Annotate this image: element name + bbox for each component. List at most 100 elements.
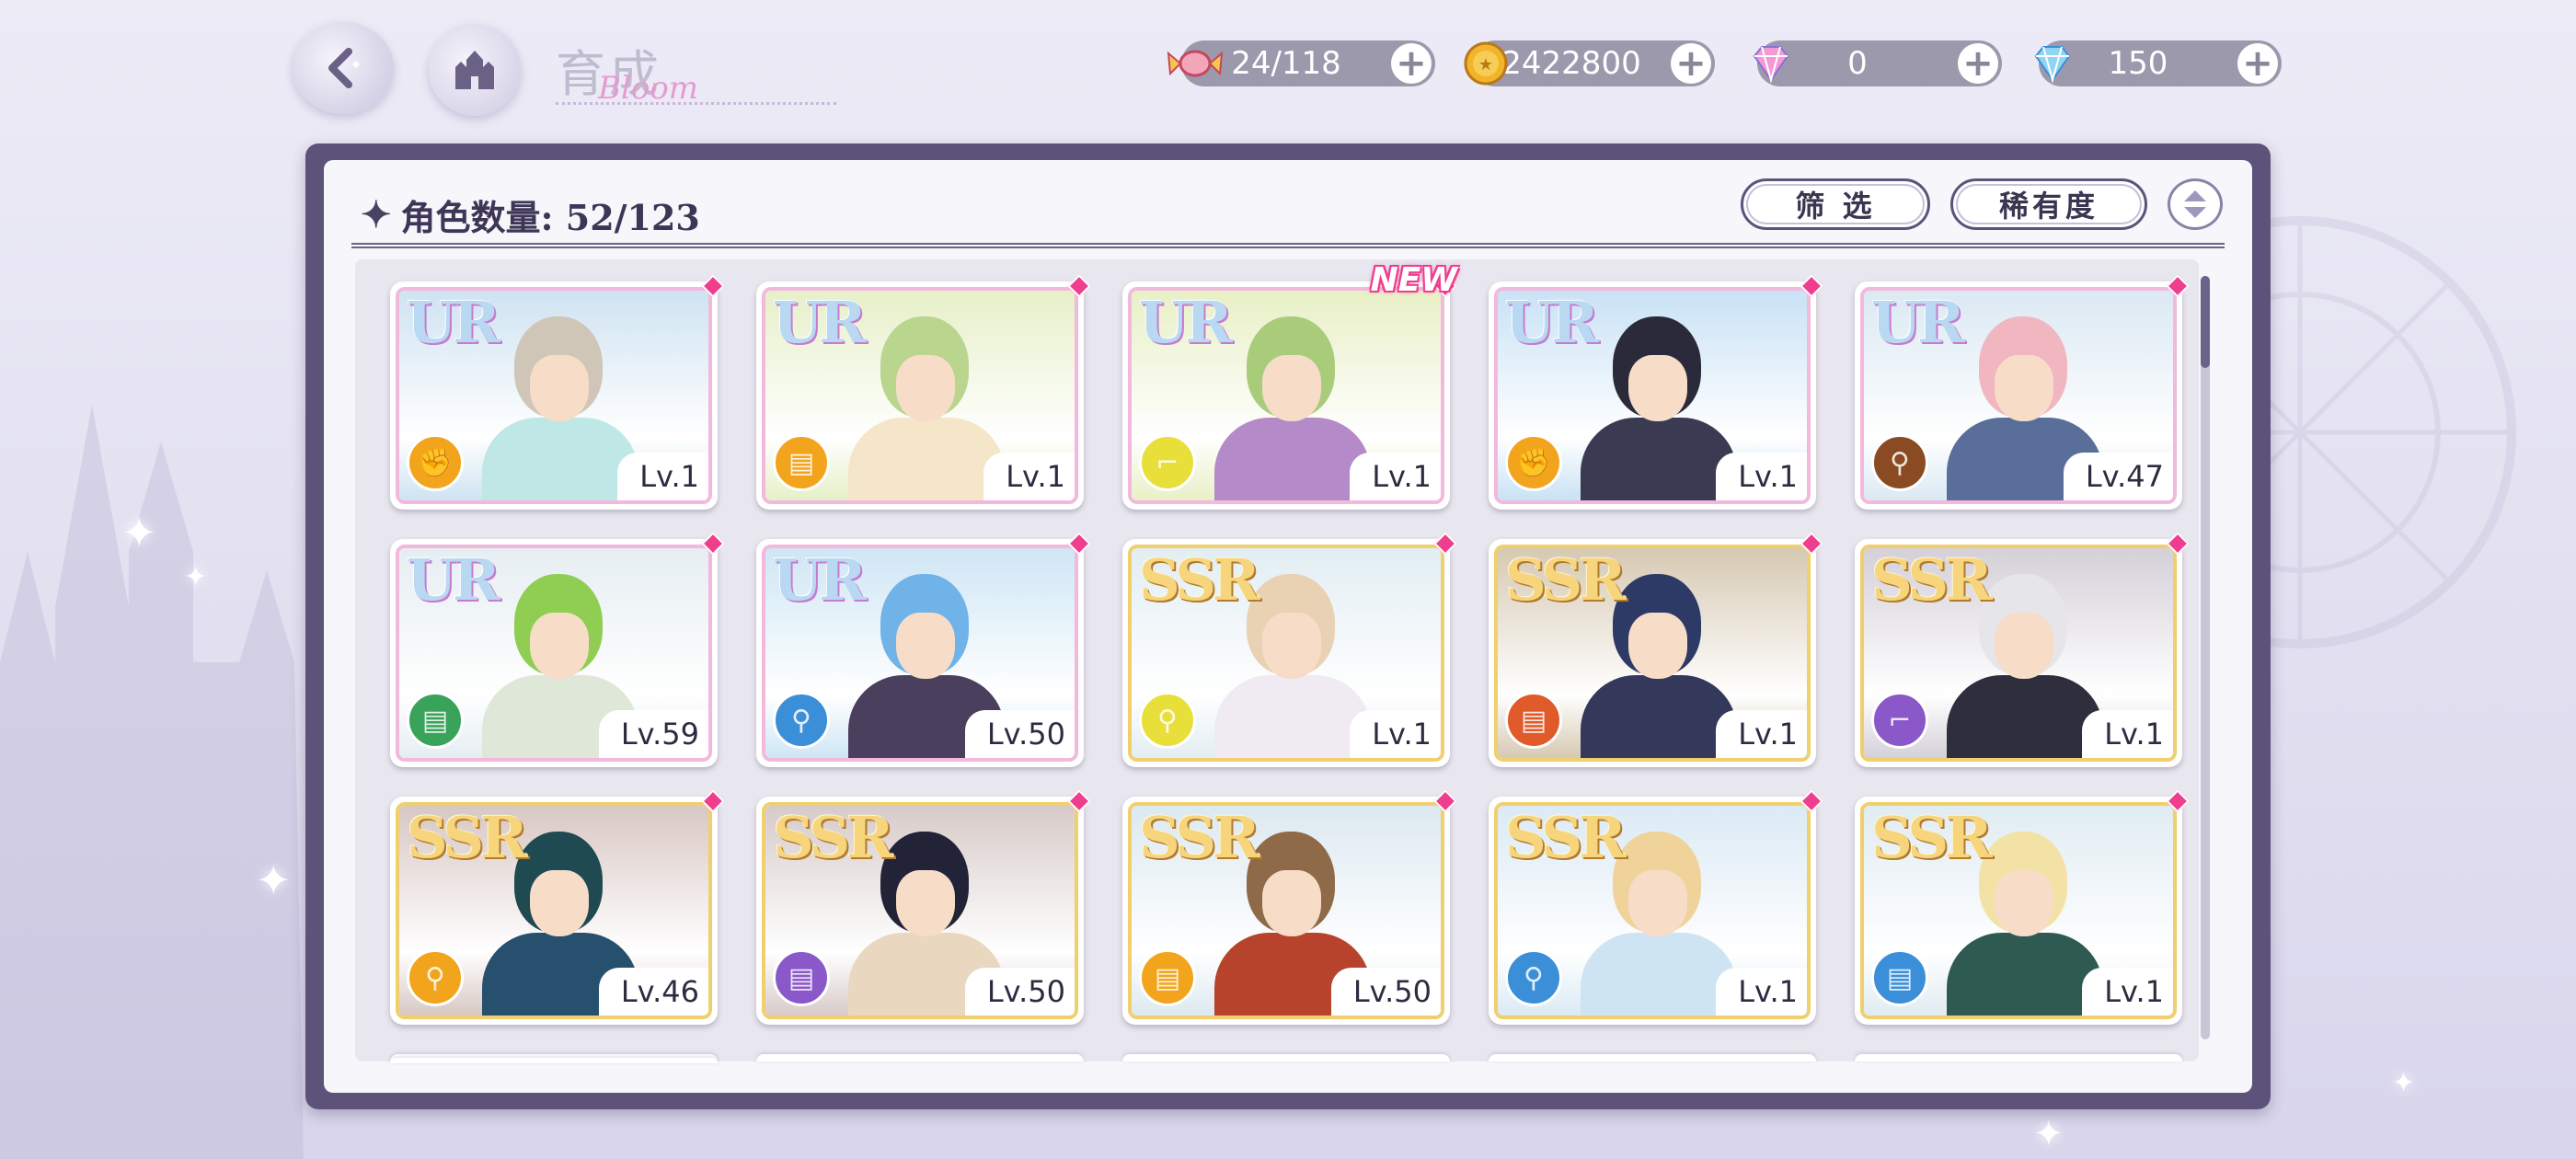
level-label: Lv.46: [598, 968, 708, 1016]
character-card[interactable]: UR ⌐ Lv.1 NEW: [1122, 261, 1457, 510]
character-card[interactable]: SSR ⚲ Lv.46: [390, 789, 725, 1025]
rarity-badge: UR: [773, 546, 867, 614]
character-portrait: UR ⚲ Lv.50: [762, 545, 1078, 762]
character-outfit: [1947, 675, 2103, 758]
scrollbar-thumb[interactable]: [2201, 276, 2210, 368]
rarity-badge: SSR: [1139, 804, 1260, 871]
resource-pink-diamond: 0 +: [1753, 40, 2002, 86]
add-candy-button[interactable]: +: [1391, 43, 1432, 84]
rarity-badge: SSR: [1505, 546, 1627, 614]
character-count: ✦ 角色数量: 52/123: [361, 189, 700, 240]
character-portrait: UR ⚲ Lv.47: [1860, 287, 2177, 504]
title-script-text: Bloom: [598, 70, 699, 107]
rarity-badge: SSR: [1505, 804, 1627, 871]
character-figure: [482, 307, 638, 500]
attribute-badge: ⚲: [407, 949, 464, 1006]
rarity-badge: UR: [407, 546, 500, 614]
back-arrow-icon: [328, 48, 360, 88]
character-figure: [848, 307, 1005, 500]
rarity-badge: SSR: [1139, 546, 1260, 614]
book-icon: ▤: [1520, 704, 1547, 737]
rarity-badge: SSR: [1871, 546, 1993, 614]
character-card[interactable]: UR ▤ Lv.1: [756, 274, 1091, 510]
character-card[interactable]: SSR ⌐ Lv.1: [1855, 532, 2190, 767]
attribute-badge: ⚲: [1139, 692, 1196, 749]
pink-diamond-icon: [1741, 33, 1801, 94]
level-label: Lv.1: [1350, 453, 1441, 500]
rarity-badge: UR: [407, 289, 500, 356]
grid-scrollbar[interactable]: [2201, 276, 2210, 1039]
add-blue-diamond-button[interactable]: +: [2237, 43, 2278, 84]
character-portrait: SSR ▤ Lv.1: [1860, 802, 2177, 1019]
level-label: Lv.1: [617, 453, 708, 500]
attribute-badge: ⌐: [1139, 434, 1196, 491]
attribute-badge: ▤: [773, 434, 830, 491]
character-outfit: [1581, 933, 1737, 1016]
character-portrait: UR ▤ Lv.1: [762, 287, 1078, 504]
level-label: Lv.50: [1330, 968, 1441, 1016]
magnifier-icon: ⚲: [425, 961, 445, 994]
filter-button-label: 筛 选: [1795, 189, 1876, 224]
rarity-badge: UR: [1505, 289, 1599, 356]
attribute-badge: ⌐: [1871, 692, 1928, 749]
character-portrait: UR ✊ Lv.1: [1494, 287, 1811, 504]
home-button[interactable]: [429, 24, 521, 116]
character-card[interactable]: UR ✊ Lv.1: [390, 274, 725, 510]
character-face: [896, 613, 955, 679]
level-label: Lv.1: [2082, 968, 2173, 1016]
partial-card[interactable]: [1489, 1054, 1816, 1061]
attribute-badge: ⚲: [1505, 949, 1562, 1006]
character-card[interactable]: UR ✊ Lv.1: [1489, 274, 1823, 510]
blue-diamond-icon: [2022, 33, 2083, 94]
character-card[interactable]: SSR ⚲ Lv.1: [1122, 532, 1457, 767]
level-label: Lv.1: [983, 453, 1075, 500]
add-pink-diamond-button[interactable]: +: [1958, 43, 1998, 84]
resource-candy: 24/118 +: [1167, 40, 1435, 86]
character-portrait: SSR ⚲ Lv.46: [396, 802, 712, 1019]
sparkle-decoration: ✦: [121, 508, 157, 557]
add-gold-button[interactable]: +: [1671, 43, 1711, 84]
character-face: [530, 355, 589, 421]
resource-blue-diamond: 150 +: [2034, 40, 2282, 86]
rarity-badge: UR: [773, 289, 867, 356]
character-card[interactable]: SSR ▤ Lv.50: [756, 789, 1091, 1025]
partial-card[interactable]: [390, 1058, 718, 1063]
book-icon: ▤: [1154, 961, 1181, 994]
magnifier-icon: ⚲: [1157, 704, 1178, 737]
character-card[interactable]: UR ⚲ Lv.47: [1855, 274, 2190, 510]
filter-button[interactable]: 筛 选: [1741, 178, 1930, 230]
sort-order-button[interactable]: [2168, 178, 2223, 230]
sparkle-decoration: ✦: [2392, 1067, 2416, 1099]
fist-icon: ✊: [1516, 446, 1551, 479]
partial-card[interactable]: [1122, 1054, 1450, 1061]
level-label: Lv.50: [964, 710, 1075, 758]
attribute-badge: ▤: [1871, 949, 1928, 1006]
partial-card[interactable]: [756, 1054, 1084, 1061]
rarity-badge: SSR: [407, 804, 528, 871]
character-card[interactable]: SSR ▤ Lv.1: [1855, 789, 2190, 1025]
character-portrait: SSR ⚲ Lv.1: [1128, 545, 1444, 762]
character-card[interactable]: UR ▤ Lv.59: [390, 532, 725, 767]
character-count-text: 角色数量: 52/123: [400, 197, 700, 238]
sparkle-decoration: ✦: [2033, 1113, 2064, 1155]
character-face: [1995, 870, 2053, 936]
character-portrait: UR ⌐ Lv.1: [1128, 287, 1444, 504]
character-face: [1262, 870, 1321, 936]
gold-coin-icon: ★: [1455, 33, 1516, 94]
rarity-badge: SSR: [1871, 804, 1993, 871]
attribute-badge: ⚲: [1871, 434, 1928, 491]
character-card[interactable]: UR ⚲ Lv.50: [756, 532, 1091, 767]
attribute-badge: ▤: [1505, 692, 1562, 749]
character-figure: [1214, 307, 1371, 500]
character-face: [1262, 613, 1321, 679]
boot-icon: ⌐: [1888, 704, 1912, 737]
magnifier-icon: ⚲: [791, 704, 811, 737]
character-card[interactable]: SSR ▤ Lv.1: [1489, 532, 1823, 767]
partial-card[interactable]: [1855, 1054, 2182, 1061]
character-card[interactable]: SSR ▤ Lv.50: [1122, 789, 1457, 1025]
character-face: [1628, 355, 1687, 421]
character-card[interactable]: SSR ⚲ Lv.1: [1489, 789, 1823, 1025]
rarity-sort-button[interactable]: 稀有度: [1950, 178, 2147, 230]
back-button[interactable]: [293, 22, 394, 114]
top-bar: 育成 Bloom 24/118 + ★ 2422800 + 0 + 150 +: [0, 0, 2576, 138]
